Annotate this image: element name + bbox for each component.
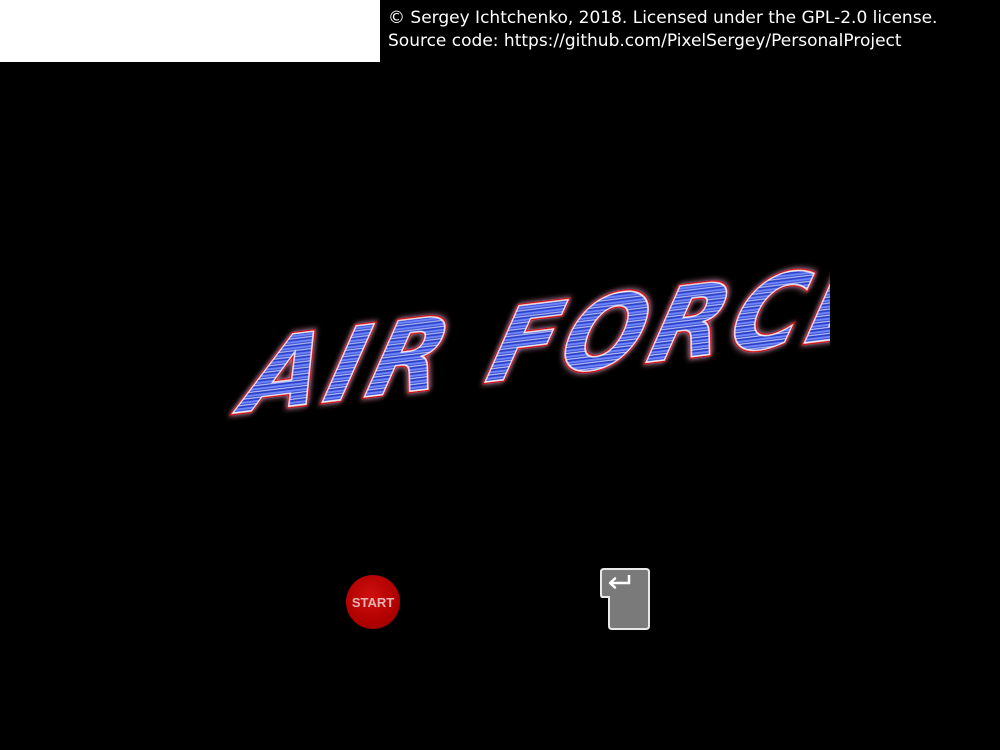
svg-text:AIR FORCE 3: AIR FORCE 3	[226, 262, 830, 422]
blank-panel	[0, 0, 380, 62]
enter-key-icon[interactable]	[598, 566, 652, 632]
license-line: © Sergey Ichtchenko, 2018. Licensed unde…	[388, 8, 938, 28]
license-notice: © Sergey Ichtchenko, 2018. Licensed unde…	[388, 7, 937, 53]
source-code-line: Source code: https://github.com/PixelSer…	[388, 31, 902, 51]
game-logo: AIR FORCE 3 AIR FORCE 3	[224, 262, 830, 422]
start-button[interactable]: START	[346, 575, 400, 629]
